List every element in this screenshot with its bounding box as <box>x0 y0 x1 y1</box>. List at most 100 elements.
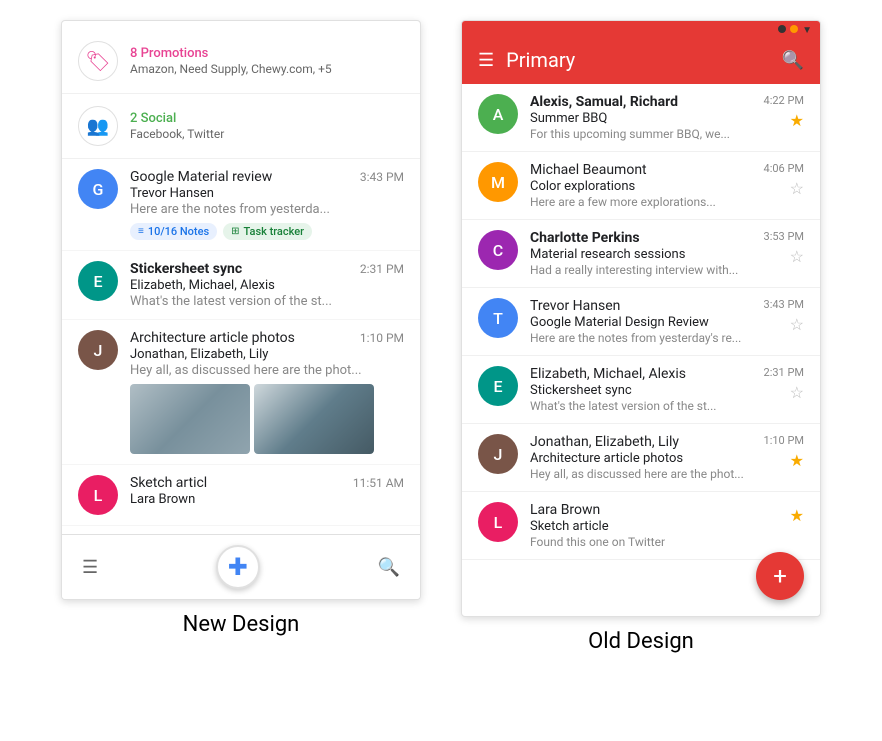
old-design-label: Old Design <box>588 629 694 654</box>
old-email-subject: Architecture article photos <box>530 451 752 466</box>
social-icon: 👥 <box>78 106 118 146</box>
old-email-subject: Color explorations <box>530 179 752 194</box>
old-email-body: Jonathan, Elizabeth, Lily Architecture a… <box>530 434 752 481</box>
email-time: 1:10 PM <box>764 434 804 447</box>
email-photos <box>130 384 404 454</box>
photo-thumb-1 <box>130 384 250 454</box>
star-icon[interactable]: ☆ <box>790 315 804 334</box>
star-icon[interactable]: ★ <box>790 506 804 525</box>
promotions-row[interactable]: 🏷 8 Promotions Amazon, Need Supply, Chew… <box>62 29 420 94</box>
search-icon[interactable]: 🔍 <box>378 557 400 578</box>
social-count: 2 Social <box>130 111 404 126</box>
email-time: 4:22 PM <box>764 94 804 107</box>
email-time: 3:43 PM <box>360 170 404 184</box>
email-item-stickersheet[interactable]: E Stickersheet sync 2:31 PM Elizabeth, M… <box>62 251 420 320</box>
star-icon[interactable]: ☆ <box>790 179 804 198</box>
task-icon: ⊞ <box>231 226 239 237</box>
avatar: T <box>478 298 518 338</box>
email-subject: Elizabeth, Michael, Alexis <box>130 278 404 293</box>
new-design-phone: 🏷 8 Promotions Amazon, Need Supply, Chew… <box>61 20 421 600</box>
old-email-body: Alexis, Samual, Richard Summer BBQ For t… <box>530 94 752 141</box>
avatar: J <box>78 330 118 370</box>
old-email-subject: Summer BBQ <box>530 111 752 126</box>
email-header: Architecture article photos 1:10 PM <box>130 330 404 346</box>
fab-container: + <box>462 560 820 616</box>
avatar: L <box>478 502 518 542</box>
old-email-preview: Here are the notes from yesterday's re..… <box>530 331 752 345</box>
old-email-item-lara[interactable]: L Lara Brown Sketch article Found this o… <box>462 492 820 560</box>
plus-icon: ✚ <box>228 553 248 581</box>
email-item-architecture[interactable]: J Architecture article photos 1:10 PM Jo… <box>62 320 420 465</box>
old-email-preview: What's the latest version of the st... <box>530 399 752 413</box>
compose-fab-new[interactable]: ✚ <box>216 545 260 589</box>
promotions-text: 8 Promotions Amazon, Need Supply, Chewy.… <box>130 46 404 76</box>
new-design-wrapper: 🏷 8 Promotions Amazon, Need Supply, Chew… <box>61 20 421 637</box>
chip-task-tracker: ⊞ Task tracker <box>223 223 312 240</box>
old-email-body: Trevor Hansen Google Material Design Rev… <box>530 298 752 345</box>
old-email-body: Lara Brown Sketch article Found this one… <box>530 502 778 549</box>
building-photo-2 <box>254 384 374 454</box>
email-preview: Here are the notes from yesterda... <box>130 202 404 217</box>
old-email-subject: Stickersheet sync <box>530 383 752 398</box>
old-email-preview: Had a really interesting interview with.… <box>530 263 752 277</box>
email-body: Sketch articl 11:51 AM Lara Brown <box>130 475 404 507</box>
star-icon[interactable]: ☆ <box>790 383 804 402</box>
email-preview: Hey all, as discussed here are the phot.… <box>130 363 404 378</box>
old-email-item-charlotte[interactable]: C Charlotte Perkins Material research se… <box>462 220 820 288</box>
old-email-subject: Google Material Design Review <box>530 315 752 330</box>
avatar: E <box>78 261 118 301</box>
old-email-body: Michael Beaumont Color explorations Here… <box>530 162 752 209</box>
email-body: Google Material review 3:43 PM Trevor Ha… <box>130 169 404 240</box>
avatar: M <box>478 162 518 202</box>
old-email-sender: Elizabeth, Michael, Alexis <box>530 366 752 382</box>
old-email-sender: Michael Beaumont <box>530 162 752 178</box>
email-header: Stickersheet sync 2:31 PM <box>130 261 404 277</box>
social-row[interactable]: 👥 2 Social Facebook, Twitter <box>62 94 420 159</box>
avatar: A <box>478 94 518 134</box>
compose-fab-old[interactable]: + <box>756 552 804 600</box>
star-icon[interactable]: ★ <box>790 111 804 130</box>
plus-icon: + <box>773 562 787 590</box>
old-email-body: Elizabeth, Michael, Alexis Stickersheet … <box>530 366 752 413</box>
old-email-item-michael[interactable]: M Michael Beaumont Color explorations He… <box>462 152 820 220</box>
email-sender: Google Material review <box>130 169 272 185</box>
avatar: C <box>478 230 518 270</box>
old-email-right: 4:06 PM ☆ <box>764 162 804 198</box>
promotions-icon: 🏷 <box>78 41 118 81</box>
avatar: J <box>478 434 518 474</box>
new-design-label: New Design <box>183 612 300 637</box>
avatar: G <box>78 169 118 209</box>
email-time: 3:53 PM <box>764 230 804 243</box>
photo-thumb-2 <box>254 384 374 454</box>
email-sender: Architecture article photos <box>130 330 295 346</box>
old-email-sender: Charlotte Perkins <box>530 230 752 246</box>
chips-row: ≡ 10/16 Notes ⊞ Task tracker <box>130 223 404 240</box>
old-email-item-elizabeth[interactable]: E Elizabeth, Michael, Alexis Stickershee… <box>462 356 820 424</box>
old-email-right: 3:53 PM ☆ <box>764 230 804 266</box>
old-email-item-trevor[interactable]: T Trevor Hansen Google Material Design R… <box>462 288 820 356</box>
email-time: 2:31 PM <box>764 366 804 379</box>
email-item-sketch[interactable]: L Sketch articl 11:51 AM Lara Brown <box>62 465 420 526</box>
social-text: 2 Social Facebook, Twitter <box>130 111 404 141</box>
hamburger-icon[interactable]: ☰ <box>478 50 494 71</box>
email-sender: Sketch articl <box>130 475 207 491</box>
email-time: 2:31 PM <box>360 262 404 276</box>
email-preview: What's the latest version of the st... <box>130 294 404 309</box>
old-email-item-alexis[interactable]: A Alexis, Samual, Richard Summer BBQ For… <box>462 84 820 152</box>
old-email-preview: Found this one on Twitter <box>530 535 778 549</box>
header-icons: 🔍 <box>782 50 804 71</box>
hamburger-icon[interactable]: ☰ <box>82 557 98 578</box>
old-email-right: 4:22 PM ★ <box>764 94 804 130</box>
old-email-item-jonathan[interactable]: J Jonathan, Elizabeth, Lily Architecture… <box>462 424 820 492</box>
search-icon[interactable]: 🔍 <box>782 50 804 71</box>
old-email-body: Charlotte Perkins Material research sess… <box>530 230 752 277</box>
old-email-preview: For this upcoming summer BBQ, we... <box>530 127 752 141</box>
email-item-google-material[interactable]: G Google Material review 3:43 PM Trevor … <box>62 159 420 251</box>
promotions-count: 8 Promotions <box>130 46 404 61</box>
email-sender: Stickersheet sync <box>130 261 242 277</box>
star-icon[interactable]: ☆ <box>790 247 804 266</box>
old-email-sender: Alexis, Samual, Richard <box>530 94 752 110</box>
new-bottom-bar: ☰ ✚ 🔍 <box>62 534 420 599</box>
star-icon[interactable]: ★ <box>790 451 804 470</box>
status-bar: ▼ <box>462 21 820 36</box>
